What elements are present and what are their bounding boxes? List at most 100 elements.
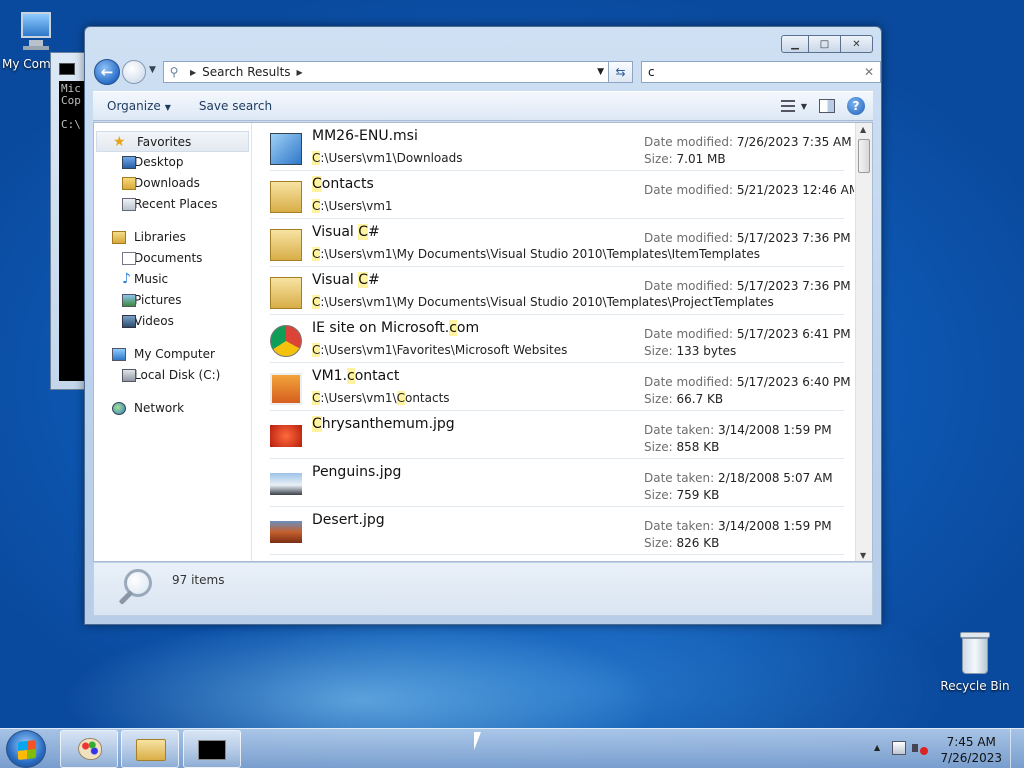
refresh-button[interactable]: ⇆ — [609, 61, 633, 83]
volume-muted-icon[interactable] — [912, 741, 928, 755]
result-row[interactable]: Desert.jpg Date taken: 3/14/2008 1:59 PM S… — [270, 507, 844, 555]
result-row[interactable]: Contacts C:\Users\vm1 Date modified: 5/21/… — [270, 171, 854, 219]
minimize-icon: ▁ — [791, 38, 799, 50]
result-meta-2: Size: 133 bytes — [644, 344, 737, 358]
vertical-scrollbar[interactable]: ▲ ▼ — [855, 123, 872, 561]
result-meta-2: Size: 759 KB — [644, 488, 720, 502]
help-icon[interactable]: ? — [847, 97, 865, 115]
nav-downloads[interactable]: Downloads — [94, 173, 251, 194]
nav-network[interactable]: Network — [94, 398, 251, 419]
item-count: 97 items — [172, 573, 225, 587]
search-results-list: MM26-ENU.msi C:\Users\vm1\Downloads Date m… — [254, 123, 854, 561]
breadcrumb-chevron-icon[interactable]: ▶ — [190, 68, 196, 77]
music-note-icon: ♪ — [122, 271, 131, 287]
scroll-down-icon[interactable]: ▼ — [860, 551, 866, 560]
nav-videos[interactable]: Videos — [94, 311, 251, 332]
start-button[interactable] — [6, 730, 46, 768]
paint-palette-icon — [78, 738, 102, 760]
taskbar-console-button[interactable] — [183, 730, 241, 768]
star-icon: ★ — [113, 134, 126, 150]
nav-libraries[interactable]: Libraries — [94, 227, 251, 248]
save-search-button[interactable]: Save search — [185, 99, 286, 113]
breadcrumb-search-results[interactable]: Search Results — [202, 65, 290, 79]
nav-local-disk[interactable]: Local Disk (C:) — [94, 365, 251, 386]
nav-music[interactable]: ♪ Music — [94, 269, 251, 290]
recycle-bin-label: Recycle Bin — [940, 679, 1010, 693]
documents-icon — [122, 252, 136, 265]
views-dropdown-icon[interactable]: ▼ — [801, 102, 807, 111]
folder-icon — [270, 229, 302, 261]
result-row[interactable]: MM26-ENU.msi C:\Users\vm1\Downloads Date m… — [270, 123, 852, 171]
search-input[interactable]: c — [648, 65, 655, 79]
taskbar-explorer-button[interactable] — [121, 730, 179, 768]
nav-favorites[interactable]: ★ Favorites — [96, 131, 249, 152]
nav-recent-places[interactable]: Recent Places — [94, 194, 251, 215]
nav-videos-label: Videos — [134, 314, 174, 328]
clock-time: 7:45 AM — [946, 735, 996, 749]
result-meta-1: Date taken: 3/14/2008 1:59 PM — [644, 423, 832, 437]
nav-pictures-label: Pictures — [134, 293, 182, 307]
recycle-bin-icon — [958, 630, 992, 676]
result-name: Desert.jpg — [312, 512, 385, 528]
desktop-icon — [122, 156, 136, 169]
show-hidden-icons-icon[interactable]: ▲ — [874, 743, 880, 752]
content-area: ★ Favorites Desktop Downloads Recent Pla… — [93, 122, 873, 562]
console-icon — [59, 63, 75, 75]
result-path: C:\Users\vm1\My Documents\Visual Studio … — [312, 295, 774, 309]
command-bar: Organize ▼ Save search ▼ ? — [93, 91, 873, 121]
nav-favorites-label: Favorites — [137, 135, 192, 149]
address-bar[interactable]: ⚲ ▶ Search Results ▶ ▼ — [163, 61, 609, 83]
result-path: C:\Users\vm1\My Documents\Visual Studio … — [312, 247, 760, 261]
nav-pictures[interactable]: Pictures — [94, 290, 251, 311]
taskbar-paint-button[interactable] — [60, 730, 118, 768]
show-desktop-button[interactable] — [1010, 729, 1024, 768]
change-view-icon[interactable] — [780, 100, 795, 112]
result-path: C:\Users\vm1\Favorites\Microsoft Website… — [312, 343, 568, 357]
explorer-window[interactable]: ▁ □ ✕ ← ▼ ⚲ ▶ Search Results ▶ ▼ ⇆ c ✕ O… — [84, 26, 882, 625]
organize-button[interactable]: Organize ▼ — [93, 99, 185, 113]
nav-my-computer[interactable]: My Computer — [94, 344, 251, 365]
recycle-bin-desktop-icon[interactable]: Recycle Bin — [938, 630, 1012, 693]
pictures-icon — [122, 294, 136, 307]
result-path: C:\Users\vm1\Downloads — [312, 151, 463, 165]
network-status-icon[interactable] — [892, 741, 906, 755]
nav-desktop[interactable]: Desktop — [94, 152, 251, 173]
result-row[interactable]: Chrysanthemum.jpg Date taken: 3/14/2008 1… — [270, 411, 844, 459]
result-row[interactable]: Penguins.jpg Date taken: 2/18/2008 5:07 A… — [270, 459, 844, 507]
result-row[interactable]: VM1.contact C:\Users\vm1\Contacts Date mod… — [270, 363, 851, 411]
back-button[interactable]: ← — [94, 59, 120, 85]
nav-documents[interactable]: Documents — [94, 248, 251, 269]
result-name: VM1.contact — [312, 368, 400, 384]
recent-pages-button[interactable]: ▼ — [149, 65, 156, 75]
nav-documents-label: Documents — [134, 251, 203, 265]
search-box[interactable]: c ✕ — [641, 61, 881, 83]
result-row[interactable]: Visual C# C:\Users\vm1\My Documents\Visua… — [270, 267, 851, 315]
result-meta-1: Date modified: 5/17/2023 6:41 PM — [644, 327, 851, 341]
folder-icon — [270, 277, 302, 309]
result-row[interactable]: IE site on Microsoft.com C:\Users\vm1\Fav… — [270, 315, 851, 363]
scroll-thumb[interactable] — [858, 139, 870, 173]
preview-pane-icon[interactable] — [819, 99, 835, 113]
nav-music-label: Music — [134, 272, 169, 286]
result-row[interactable]: Visual C# C:\Users\vm1\My Documents\Visua… — [270, 219, 851, 267]
navigation-pane: ★ Favorites Desktop Downloads Recent Pla… — [94, 123, 252, 561]
breadcrumb-chevron-icon[interactable]: ▶ — [297, 68, 303, 77]
maximize-button[interactable]: □ — [809, 35, 841, 53]
address-dropdown-icon[interactable]: ▼ — [597, 67, 604, 77]
details-pane: 97 items — [93, 562, 873, 616]
chrome-shortcut-icon — [270, 325, 302, 357]
system-clock[interactable]: 7:45 AM 7/26/2023 — [940, 734, 1002, 766]
forward-button[interactable] — [122, 60, 146, 84]
close-button[interactable]: ✕ — [841, 35, 873, 53]
scroll-up-icon[interactable]: ▲ — [860, 125, 866, 134]
nav-recent-places-label: Recent Places — [134, 197, 218, 211]
computer-icon — [112, 348, 126, 361]
result-path: C:\Users\vm1\Contacts — [312, 391, 450, 405]
minimize-button[interactable]: ▁ — [781, 35, 809, 53]
result-name: Penguins.jpg — [312, 464, 402, 480]
maximize-icon: □ — [819, 38, 830, 50]
result-name: Chrysanthemum.jpg — [312, 416, 455, 432]
clear-search-icon[interactable]: ✕ — [864, 65, 874, 79]
result-meta-2: Size: 826 KB — [644, 536, 720, 550]
notification-area: ▲ 7:45 AM 7/26/2023 — [864, 729, 1024, 768]
